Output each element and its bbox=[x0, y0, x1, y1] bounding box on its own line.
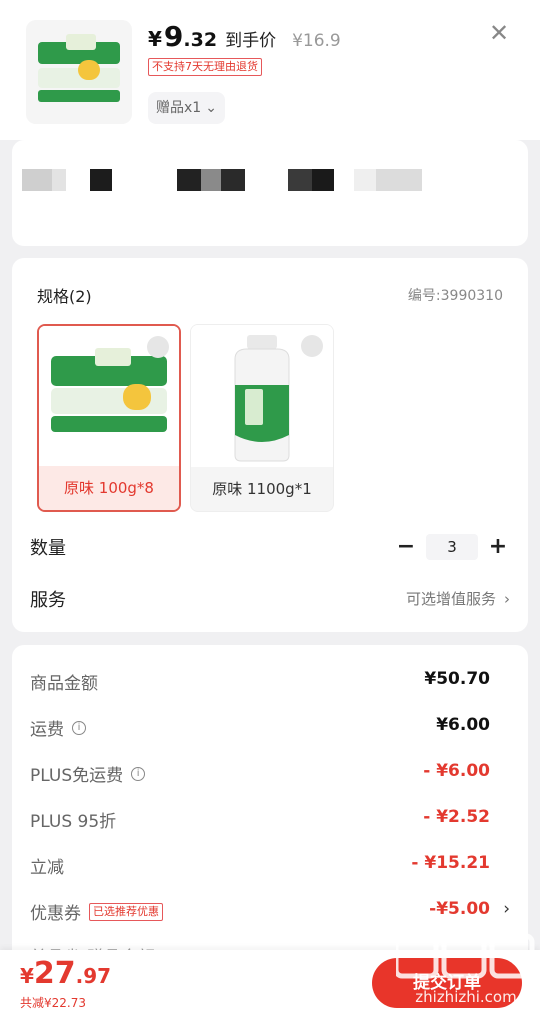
summary-label: PLUS免运费 bbox=[30, 766, 124, 786]
summary-row-plus-free-shipping: PLUS免运费 i - ¥6.00 bbox=[12, 759, 528, 789]
redacted-block bbox=[22, 169, 52, 191]
spec-card: 规格(2) 编号:3990310 原味 100g*8 原味 1100g*1 数量… bbox=[12, 258, 528, 632]
summary-value: - ¥2.52 bbox=[423, 807, 490, 827]
price-label: 到手价 bbox=[225, 31, 277, 51]
address-card[interactable] bbox=[12, 140, 528, 246]
summary-label: PLUS 95折 bbox=[30, 812, 117, 832]
summary-value: ¥6.00 bbox=[436, 715, 490, 735]
coupon-tag: 已选推荐优惠 bbox=[89, 902, 163, 921]
total-price: ¥ 27 .97 bbox=[20, 956, 111, 991]
plus-button[interactable]: + bbox=[486, 535, 510, 559]
summary-row-plus-discount: PLUS 95折 - ¥2.52 bbox=[12, 805, 528, 835]
spec-title: 规格(2) bbox=[37, 287, 92, 306]
total-currency: ¥ bbox=[20, 964, 34, 988]
original-price: ¥16.9 bbox=[292, 31, 341, 51]
total-saved: 共减¥22.73 bbox=[20, 996, 86, 1010]
quantity-input[interactable]: 3 bbox=[426, 534, 478, 560]
price-currency: ¥ bbox=[148, 27, 162, 51]
redacted-block bbox=[52, 169, 66, 191]
redacted-block bbox=[90, 169, 112, 191]
expand-icon[interactable] bbox=[301, 335, 323, 357]
expand-icon[interactable] bbox=[147, 336, 169, 358]
service-label: 服务 bbox=[30, 590, 66, 611]
summary-row-instant-discount: 立减 - ¥15.21 bbox=[12, 851, 528, 881]
minus-button[interactable]: − bbox=[394, 535, 418, 559]
summary-row-shipping: 运费 i ¥6.00 bbox=[12, 713, 528, 743]
summary-label: 立减 bbox=[30, 858, 64, 878]
redacted-block bbox=[376, 169, 422, 191]
spec-option-8-pack[interactable]: 原味 100g*8 bbox=[37, 324, 181, 512]
spec-option-label: 原味 100g*8 bbox=[39, 466, 179, 510]
redacted-block bbox=[221, 169, 245, 191]
chevron-right-icon: › bbox=[504, 589, 510, 608]
redacted-block bbox=[177, 169, 201, 191]
product-thumbnail bbox=[26, 20, 132, 124]
quantity-label: 数量 bbox=[30, 538, 66, 559]
gift-label: 赠品x1 bbox=[156, 100, 202, 116]
service-hint: 可选增值服务 bbox=[405, 590, 496, 608]
redacted-block bbox=[288, 169, 312, 191]
product-header: ¥ 9 .32 到手价 ¥16.9 ✕ 不支持7天无理由退货 赠品x1 ⌄ bbox=[0, 0, 540, 140]
quantity-stepper: − 3 + bbox=[394, 532, 510, 562]
summary-row-coupon[interactable]: 优惠券 已选推荐优惠 -¥5.00 › bbox=[12, 897, 528, 927]
svg-text:zhizhizhi.com: zhizhizhi.com bbox=[415, 988, 516, 1006]
price-integer: 9 bbox=[163, 20, 184, 53]
watermark-logo: zhizhizhi.com bbox=[393, 932, 536, 1014]
price-decimal: .32 bbox=[183, 29, 218, 51]
product-image bbox=[191, 325, 333, 469]
spec-code: 编号:3990310 bbox=[407, 288, 503, 304]
summary-value: - ¥6.00 bbox=[423, 761, 490, 781]
total-decimal: .97 bbox=[75, 964, 112, 988]
redacted-block bbox=[312, 169, 334, 191]
gift-button[interactable]: 赠品x1 ⌄ bbox=[148, 92, 225, 124]
no-return-tag: 不支持7天无理由退货 bbox=[148, 58, 262, 76]
summary-label: 商品金额 bbox=[30, 674, 98, 694]
summary-value: -¥5.00 bbox=[429, 899, 490, 919]
info-icon[interactable]: i bbox=[72, 720, 86, 735]
summary-label: 优惠券 bbox=[30, 904, 81, 924]
chevron-right-icon: › bbox=[503, 899, 510, 919]
spec-option-1100g[interactable]: 原味 1100g*1 bbox=[190, 324, 334, 512]
summary-value: ¥50.70 bbox=[424, 669, 490, 689]
product-image bbox=[39, 326, 179, 470]
redacted-block bbox=[354, 169, 376, 191]
summary-label: 运费 bbox=[30, 720, 64, 740]
redacted-block bbox=[201, 169, 221, 191]
price-row: ¥ 9 .32 到手价 ¥16.9 bbox=[148, 20, 341, 54]
total-integer: 27 bbox=[33, 956, 76, 991]
info-icon[interactable]: i bbox=[131, 766, 146, 781]
summary-row-goods: 商品金额 ¥50.70 bbox=[12, 667, 528, 697]
chevron-down-icon: ⌄ bbox=[205, 100, 217, 116]
spec-option-label: 原味 1100g*1 bbox=[191, 467, 333, 511]
service-selector[interactable]: 可选增值服务 › bbox=[406, 588, 510, 609]
summary-value: - ¥15.21 bbox=[411, 853, 490, 873]
close-icon[interactable]: ✕ bbox=[488, 20, 510, 46]
